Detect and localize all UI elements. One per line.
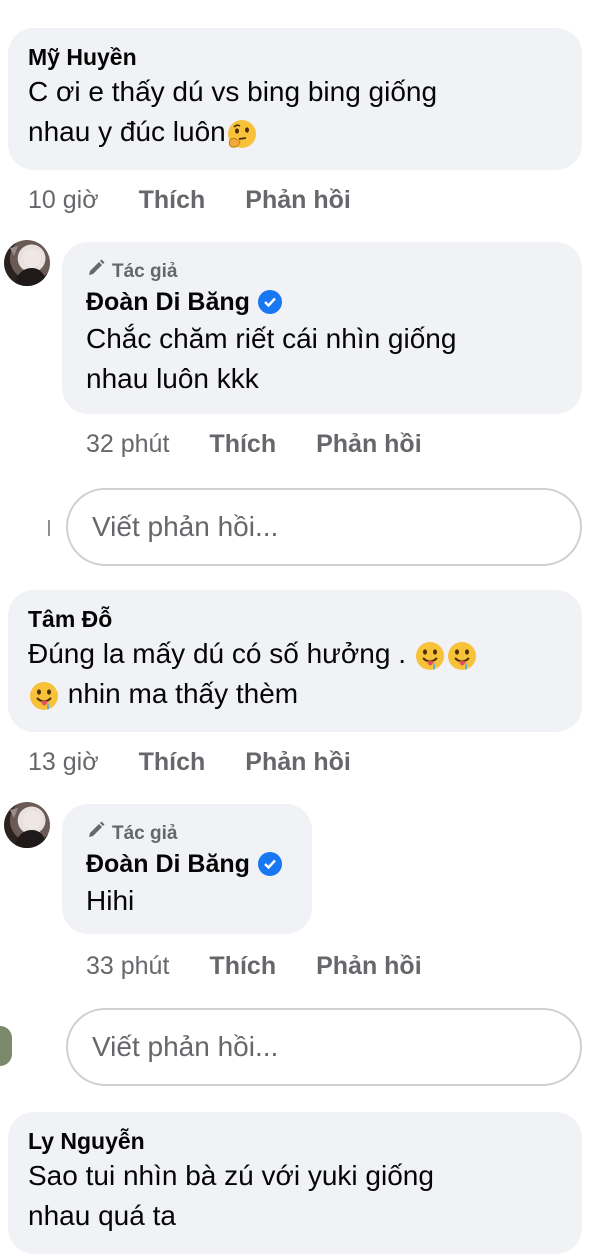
input-avatar-edge [0, 1026, 12, 1066]
comment-text: C ơi e thấy dú vs bing bing giống nhau y… [28, 72, 562, 152]
comment-text-line: nhau quá ta [28, 1200, 176, 1231]
author-tag: Tác giả [86, 258, 558, 285]
reply-input[interactable]: Viết phản hồi... [66, 488, 582, 566]
reply-text-line: Chắc chăm riết cái nhìn giống [86, 323, 457, 354]
avatar[interactable] [4, 802, 50, 848]
drooling-face-icon [28, 680, 60, 712]
like-button[interactable]: Thích [209, 950, 276, 982]
reply-timestamp[interactable]: 33 phút [86, 950, 169, 982]
drooling-face-icon [414, 640, 446, 672]
like-button[interactable]: Thích [139, 746, 206, 778]
reply-actions: 32 phút Thích Phản hồi [86, 428, 462, 460]
reply-button[interactable]: Phản hồi [245, 184, 351, 216]
reply-author-row: Đoàn Di Băng [86, 285, 558, 319]
verified-icon [257, 290, 282, 314]
reply-input[interactable]: Viết phản hồi... [66, 1008, 582, 1086]
comment-author[interactable]: Tâm Đỗ [28, 604, 562, 634]
comment-bubble: Mỹ Huyền C ơi e thấy dú vs bing bing giố… [8, 28, 582, 170]
like-button[interactable]: Thích [209, 428, 276, 460]
comment-text-line: Sao tui nhìn bà zú với yuki giống [28, 1160, 434, 1191]
reply-input-placeholder: Viết phản hồi... [92, 1031, 279, 1062]
reply-button[interactable]: Phản hồi [316, 950, 422, 982]
avatar-image [10, 246, 48, 286]
reply-actions: 33 phút Thích Phản hồi [86, 950, 462, 982]
comment-author[interactable]: Mỹ Huyền [28, 42, 562, 72]
reply-text-line: nhau luôn kkk [86, 363, 259, 394]
comment-timestamp[interactable]: 13 giờ [28, 746, 99, 778]
like-button[interactable]: Thích [139, 184, 206, 216]
author-tag-label: Tác giả [112, 822, 178, 844]
author-tag: Tác giả [86, 820, 288, 847]
reply-input-placeholder: Viết phản hồi... [92, 511, 279, 542]
pencil-icon [86, 820, 106, 847]
reply-author[interactable]: Đoàn Di Băng [86, 285, 250, 319]
verified-icon [257, 852, 282, 876]
comment-text-line: C ơi e thấy dú vs bing bing giống [28, 76, 438, 107]
comment-text-line: nhau y đúc luôn [28, 116, 226, 147]
avatar[interactable] [4, 240, 50, 286]
comment-text-line: Đúng la mấy dú có số hưởng . [28, 638, 406, 669]
author-tag-label: Tác giả [112, 260, 178, 282]
input-avatar-edge [48, 520, 50, 536]
thinking-face-icon [226, 118, 258, 150]
comment-bubble: Tâm Đỗ Đúng la mấy dú có số hưởng . nhin… [8, 590, 582, 732]
reply-timestamp[interactable]: 32 phút [86, 428, 169, 460]
comment-timestamp[interactable]: 10 giờ [28, 184, 99, 216]
comment-text: Sao tui nhìn bà zú với yuki giống nhau q… [28, 1156, 562, 1236]
pencil-icon [86, 258, 106, 285]
drooling-face-icon [446, 640, 478, 672]
comment-actions: 13 giờ Thích Phản hồi [28, 746, 391, 778]
reply-text: Hihi [86, 885, 135, 916]
reply-text: Chắc chăm riết cái nhìn giống nhau luôn … [86, 319, 558, 399]
comment-text: Đúng la mấy dú có số hưởng . nhin ma thấ… [28, 634, 562, 714]
reply-bubble: Tác giả Đoàn Di Băng Hihi [62, 804, 312, 934]
comment-actions: 10 giờ Thích Phản hồi [28, 184, 391, 216]
reply-button[interactable]: Phản hồi [245, 746, 351, 778]
reply-button[interactable]: Phản hồi [316, 428, 422, 460]
comment-bubble: Ly Nguyễn Sao tui nhìn bà zú với yuki gi… [8, 1112, 582, 1254]
avatar-image [10, 808, 48, 848]
reply-author-row: Đoàn Di Băng [86, 847, 288, 881]
reply-bubble: Tác giả Đoàn Di Băng Chắc chăm riết cái … [62, 242, 582, 414]
comment-author[interactable]: Ly Nguyễn [28, 1126, 562, 1156]
comment-text-line: nhin ma thấy thèm [67, 678, 299, 709]
reply-author[interactable]: Đoàn Di Băng [86, 847, 250, 881]
